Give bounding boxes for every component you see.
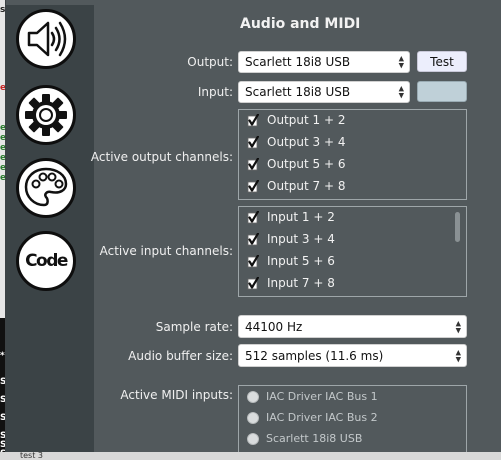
checkbox-icon[interactable] <box>247 156 260 171</box>
sidebar-item-code[interactable]: Code <box>16 231 76 291</box>
checkbox-icon[interactable] <box>247 275 260 290</box>
sidebar-item-audio[interactable] <box>16 9 76 69</box>
buffer-size-select[interactable]: 512 samples (11.6 ms) ▲ ▼ <box>238 344 467 367</box>
active-output-channels-label: Active output channels: <box>90 150 233 164</box>
midi-input-label: Scarlett 18i8 USB <box>266 432 363 445</box>
channel-label: Input 5 + 6 <box>267 254 335 268</box>
background-app-char: * <box>0 351 5 361</box>
select-arrows-icon: ▲ ▼ <box>398 84 404 100</box>
radio-button[interactable] <box>247 390 259 403</box>
select-arrows-icon: ▲ ▼ <box>455 319 461 334</box>
sidebar: Code <box>6 5 94 452</box>
sidebar-item-appearance[interactable] <box>16 158 76 218</box>
midi-input-label: IAC Driver IAC Bus 2 <box>266 411 378 424</box>
checkbox-icon[interactable] <box>247 134 260 149</box>
sidebar-item-general[interactable] <box>16 85 76 145</box>
page-title: Audio and MIDI <box>240 16 361 32</box>
radio-button[interactable] <box>247 432 259 445</box>
output-label: Output: <box>187 55 233 69</box>
select-arrows-icon: ▲ ▼ <box>455 348 461 363</box>
midi-input-item[interactable]: Scarlett 18i8 USB <box>247 432 362 445</box>
channel-checkbox-item[interactable]: Output 5 + 6 <box>247 156 346 171</box>
channel-checkbox-item[interactable]: Input 5 + 6 <box>247 253 335 268</box>
channel-label: Output 1 + 2 <box>267 113 346 127</box>
buffer-size-value: 512 samples (11.6 ms) <box>245 348 384 363</box>
gear-icon <box>25 94 67 136</box>
test-button[interactable]: Test <box>417 51 467 72</box>
input-select[interactable]: Scarlett 18i8 USB ▲ ▼ <box>238 81 410 103</box>
background-app-bottom-bar <box>0 452 501 460</box>
palette-icon <box>24 167 68 207</box>
color-swatch-button[interactable] <box>417 81 467 102</box>
checkbox-icon[interactable] <box>247 178 260 193</box>
midi-input-label: IAC Driver IAC Bus 1 <box>266 390 378 403</box>
channel-checkbox-item[interactable]: Output 7 + 8 <box>247 178 346 193</box>
input-label: Input: <box>197 85 233 99</box>
channel-label: Input 7 + 8 <box>267 276 335 290</box>
audio-buffer-size-label: Audio buffer size: <box>128 349 233 363</box>
select-arrows-icon: ▲ ▼ <box>398 54 404 70</box>
midi-input-item[interactable]: IAC Driver IAC Bus 2 <box>247 411 378 424</box>
input-list-scrollbar[interactable] <box>455 212 460 242</box>
output-select[interactable]: Scarlett 18i8 USB ▲ ▼ <box>238 51 410 73</box>
checkbox-icon[interactable] <box>247 253 260 268</box>
checkbox-icon[interactable] <box>247 112 260 127</box>
channel-label: Output 3 + 4 <box>267 135 346 149</box>
checkbox-icon[interactable] <box>247 209 260 224</box>
midi-input-item[interactable]: IAC Driver IAC Bus 1 <box>247 390 378 403</box>
channel-label: Output 5 + 6 <box>267 157 346 171</box>
input-channels-list: Input 1 + 2 Input 3 + 4 Input 5 + 6 Input 7… <box>238 206 467 297</box>
sample-rate-value: 44100 Hz <box>245 319 303 334</box>
checkbox-icon[interactable] <box>247 231 260 246</box>
sample-rate-label: Sample rate: <box>155 320 233 334</box>
channel-checkbox-item[interactable]: Input 1 + 2 <box>247 209 335 224</box>
speaker-icon <box>27 21 67 57</box>
midi-inputs-list: IAC Driver IAC Bus 1 IAC Driver IAC Bus 2… <box>238 385 467 452</box>
output-channels-list: Output 1 + 2 Output 3 + 4 Output 5 + 6 Outp… <box>238 109 467 200</box>
code-icon: Code <box>25 251 68 271</box>
background-app-tab-label: test 3 <box>20 451 43 460</box>
channel-checkbox-item[interactable]: Input 7 + 8 <box>247 275 335 290</box>
radio-button[interactable] <box>247 411 259 424</box>
channel-label: Input 1 + 2 <box>267 210 335 224</box>
channel-label: Output 7 + 8 <box>267 179 346 193</box>
channel-checkbox-item[interactable]: Output 3 + 4 <box>247 134 346 149</box>
active-midi-inputs-label: Active MIDI inputs: <box>120 388 233 402</box>
sample-rate-select[interactable]: 44100 Hz ▲ ▼ <box>238 315 467 338</box>
channel-checkbox-item[interactable]: Input 3 + 4 <box>247 231 335 246</box>
channel-label: Input 3 + 4 <box>267 232 335 246</box>
output-select-value: Scarlett 18i8 USB <box>245 55 351 69</box>
input-select-value: Scarlett 18i8 USB <box>245 85 351 99</box>
active-input-channels-label: Active input channels: <box>99 244 233 258</box>
channel-checkbox-item[interactable]: Output 1 + 2 <box>247 112 346 127</box>
